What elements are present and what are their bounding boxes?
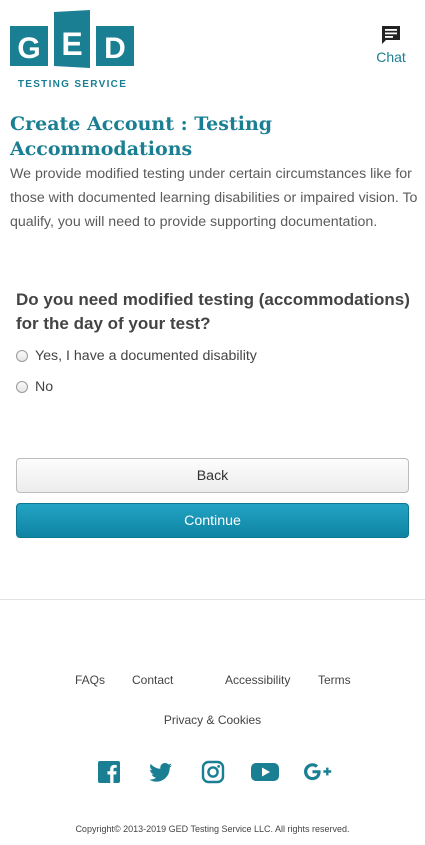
google-plus-icon[interactable]	[303, 760, 333, 784]
back-button[interactable]: Back	[16, 458, 409, 493]
footer-divider	[0, 599, 425, 600]
chat-icon	[382, 26, 400, 44]
option-yes[interactable]: Yes, I have a documented disability	[16, 346, 257, 366]
chat-label: Chat	[376, 49, 406, 65]
facebook-icon[interactable]	[97, 760, 121, 784]
svg-text:D: D	[104, 32, 126, 65]
page-title: Create Account : Testing Accommodations	[10, 113, 273, 160]
footer-link-faqs[interactable]: FAQs	[75, 673, 105, 687]
ged-logo-mark: G E D	[10, 10, 134, 68]
footer-link-terms[interactable]: Terms	[318, 673, 351, 687]
accommodation-question: Do you need modified testing (accommodat…	[16, 290, 410, 333]
continue-button[interactable]: Continue	[16, 503, 409, 538]
radio-yes[interactable]	[16, 350, 28, 362]
youtube-icon[interactable]	[251, 760, 279, 784]
radio-no[interactable]	[16, 381, 28, 393]
copyright: Copyright© 2013-2019 GED Testing Service…	[75, 824, 350, 834]
footer-link-contact[interactable]: Contact	[132, 673, 173, 687]
option-no[interactable]: No	[16, 377, 53, 397]
instagram-icon[interactable]	[201, 760, 225, 784]
svg-text:G: G	[17, 32, 40, 65]
footer-link-privacy[interactable]: Privacy & Cookies	[0, 713, 425, 727]
svg-text:E: E	[61, 26, 82, 62]
footer-link-accessibility[interactable]: Accessibility	[225, 673, 290, 687]
option-no-label: No	[35, 379, 54, 395]
header: G E D TESTING SERVICE Chat	[0, 0, 425, 100]
intro-text: We provide modified testing under certai…	[10, 166, 418, 230]
option-yes-label: Yes, I have a documented disability	[35, 348, 257, 364]
ged-logo[interactable]: G E D TESTING SERVICE	[10, 10, 135, 90]
logo-subtitle: TESTING SERVICE	[17, 79, 128, 90]
twitter-icon[interactable]	[149, 760, 173, 784]
chat-button[interactable]: Chat	[373, 24, 409, 65]
